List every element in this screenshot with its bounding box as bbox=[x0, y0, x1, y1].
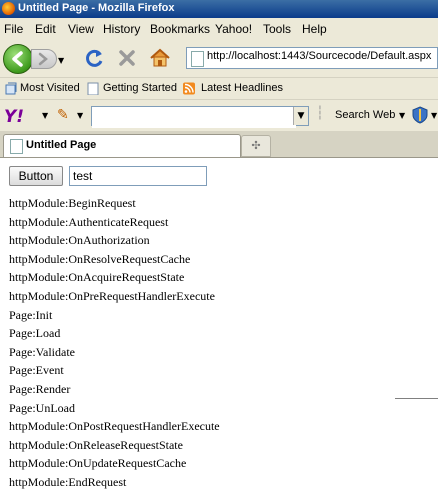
search-web-button[interactable]: Search Web bbox=[335, 109, 395, 121]
log-line: httpModule:OnResolveRequestCache bbox=[9, 251, 191, 266]
tab-untitled-page[interactable]: Untitled Page bbox=[3, 134, 241, 157]
bookmark-latest-headlines[interactable]: Latest Headlines bbox=[201, 82, 283, 94]
text-input[interactable] bbox=[69, 166, 207, 186]
back-arrow-icon bbox=[12, 51, 23, 67]
menu-bookmarks[interactable]: Bookmarks bbox=[150, 22, 210, 36]
back-button[interactable] bbox=[3, 44, 33, 74]
menu-help[interactable]: Help bbox=[302, 22, 327, 36]
menu-view[interactable]: View bbox=[68, 22, 94, 36]
log-line: httpModule:AuthenticateRequest bbox=[9, 214, 169, 229]
log-line: httpModule:OnAcquireRequestState bbox=[9, 270, 185, 285]
shield-icon[interactable] bbox=[412, 106, 428, 124]
log-line: httpModule:OnPostRequestHandlerExecute bbox=[9, 419, 220, 434]
pencil-dropdown-icon[interactable]: ▼ bbox=[77, 111, 83, 120]
yahoo-logo[interactable]: Y! bbox=[4, 107, 24, 127]
log-line: Page:Event bbox=[9, 363, 64, 378]
new-tab-button[interactable]: ✣ bbox=[241, 135, 271, 157]
log-line: Page:UnLoad bbox=[9, 400, 75, 415]
shield-dropdown-icon[interactable]: ▼ bbox=[431, 111, 437, 120]
log-line: httpModule:OnUpdateRequestCache bbox=[9, 456, 187, 471]
most-visited-icon bbox=[5, 82, 17, 95]
pencil-icon[interactable]: ✎ bbox=[57, 107, 69, 123]
log-line: httpModule:BeginRequest bbox=[9, 196, 136, 210]
bookmark-getting-started[interactable]: Getting Started bbox=[103, 82, 177, 94]
menu-bar: File Edit View History Bookmarks Yahoo! … bbox=[0, 18, 438, 41]
submit-button[interactable]: Button bbox=[9, 166, 63, 186]
search-web-dropdown-icon[interactable]: ▼ bbox=[399, 111, 405, 120]
log-line: httpModule:OnAuthorization bbox=[9, 233, 150, 248]
home-icon[interactable] bbox=[148, 47, 172, 69]
log-line: Page:Render bbox=[9, 381, 71, 396]
event-log: httpModule:BeginRequest httpModule:Authe… bbox=[9, 194, 220, 492]
window-titlebar: Untitled Page - Mozilla Firefox bbox=[0, 0, 438, 18]
new-tab-icon: ✣ bbox=[251, 139, 261, 152]
url-bar[interactable] bbox=[186, 47, 438, 69]
forward-arrow-icon bbox=[38, 52, 48, 66]
page-icon bbox=[191, 51, 204, 67]
log-line: Page:Load bbox=[9, 326, 61, 341]
page-icon bbox=[87, 82, 99, 95]
separator-icon: ┆ bbox=[316, 106, 324, 121]
log-line: Page:Init bbox=[9, 307, 53, 322]
tab-bar: Untitled Page ✣ bbox=[0, 131, 438, 158]
tab-label: Untitled Page bbox=[26, 139, 97, 151]
log-line: Page:Validate bbox=[9, 344, 75, 359]
yahoo-toolbar: Y! ▼ ✎ ▼ ▼ ┆ Search Web ▼ ▼ bbox=[0, 99, 438, 132]
reload-icon[interactable] bbox=[84, 47, 106, 69]
bookmarks-toolbar: Most Visited Getting Started Latest Head… bbox=[0, 77, 438, 100]
log-line: httpModule:OnReleaseRequestState bbox=[9, 437, 183, 452]
log-line: httpModule:EndRequest bbox=[9, 474, 127, 489]
menu-file[interactable]: File bbox=[4, 22, 23, 36]
yahoo-search-box[interactable]: ▼ bbox=[91, 106, 309, 128]
url-input[interactable] bbox=[207, 50, 433, 62]
menu-tools[interactable]: Tools bbox=[263, 22, 291, 36]
forward-button[interactable] bbox=[31, 49, 57, 69]
horizontal-rule bbox=[395, 398, 438, 399]
navigation-toolbar: ▼ bbox=[0, 40, 438, 77]
firefox-icon bbox=[2, 2, 15, 15]
menu-edit[interactable]: Edit bbox=[35, 22, 56, 36]
bookmark-most-visited[interactable]: Most Visited bbox=[20, 82, 80, 94]
rss-icon bbox=[183, 82, 195, 95]
page-icon bbox=[10, 139, 23, 154]
window-title: Untitled Page - Mozilla Firefox bbox=[18, 2, 175, 14]
menu-yahoo[interactable]: Yahoo! bbox=[215, 22, 252, 36]
history-dropdown-icon[interactable]: ▼ bbox=[58, 56, 64, 65]
search-dropdown-icon[interactable]: ▼ bbox=[293, 107, 308, 125]
log-line: httpModule:OnPreRequestHandlerExecute bbox=[9, 288, 215, 303]
menu-history[interactable]: History bbox=[103, 22, 140, 36]
page-content: Button httpModule:BeginRequest httpModul… bbox=[0, 158, 438, 501]
yahoo-search-input[interactable] bbox=[92, 110, 296, 128]
stop-icon[interactable] bbox=[116, 47, 138, 69]
yahoo-dropdown-icon[interactable]: ▼ bbox=[42, 111, 48, 120]
